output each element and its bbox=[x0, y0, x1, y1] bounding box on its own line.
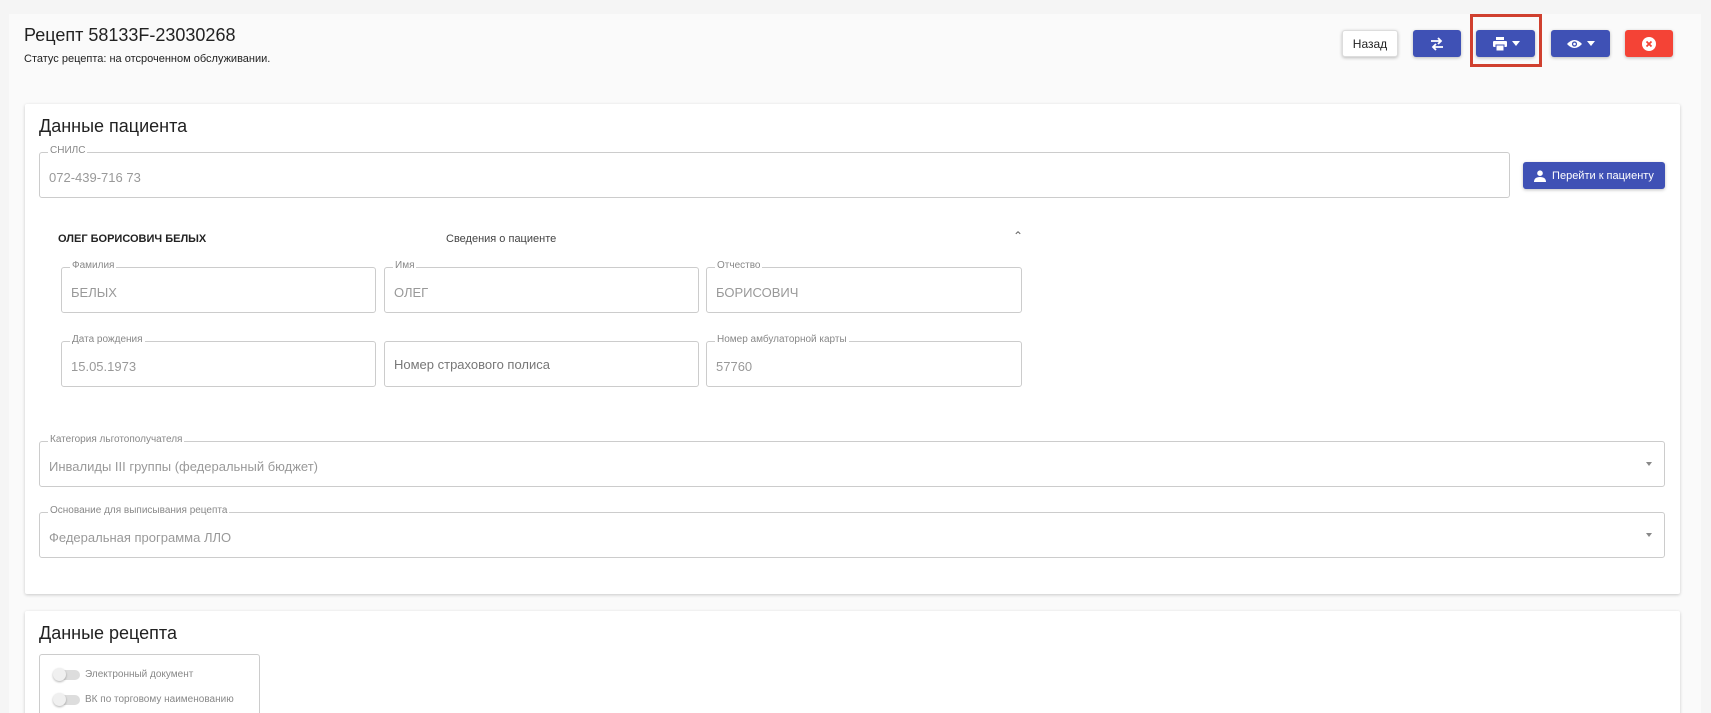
patient-section-title: Данные пациента bbox=[39, 116, 188, 136]
highlight-frame bbox=[1470, 14, 1542, 67]
close-circle-icon bbox=[1642, 36, 1656, 51]
first-name-field[interactable]: Имя ОЛЕГ bbox=[384, 260, 699, 313]
page-title: Рецепт 58133F-23030268 bbox=[24, 25, 236, 45]
electronic-document-toggle-row[interactable]: Электронный документ bbox=[53, 667, 194, 681]
dropdown-arrow-icon bbox=[1646, 533, 1652, 537]
patient-info-toggle[interactable]: Сведения о пациенте bbox=[446, 233, 556, 245]
birth-date-value: 15.05.1973 bbox=[71, 359, 137, 374]
goto-patient-label: Перейти к пациенту bbox=[1552, 169, 1654, 182]
birth-date-label: Дата рождения bbox=[70, 334, 145, 345]
swap-button[interactable] bbox=[1413, 30, 1461, 57]
insurance-policy-field[interactable]: Номер страхового полиса bbox=[384, 341, 699, 387]
view-menu-button[interactable] bbox=[1551, 30, 1610, 57]
birth-date-field[interactable]: Дата рождения 15.05.1973 bbox=[61, 334, 376, 387]
eye-icon bbox=[1567, 39, 1582, 48]
recipe-section-title: Данные рецепта bbox=[39, 623, 177, 643]
recipe-data-card: Данные рецепта Электронный документ ВК п… bbox=[25, 611, 1680, 713]
electronic-document-toggle[interactable] bbox=[53, 667, 80, 681]
chevron-up-icon[interactable]: ⌃ bbox=[1013, 229, 1023, 243]
close-button[interactable] bbox=[1625, 30, 1673, 57]
card-number-label: Номер амбулаторной карты bbox=[715, 334, 849, 345]
insurance-policy-placeholder: Номер страхового полиса bbox=[394, 357, 550, 372]
beneficiary-category-value: Инвалиды III группы (федеральный бюджет) bbox=[49, 459, 318, 474]
snils-value: 072-439-716 73 bbox=[49, 170, 141, 185]
last-name-field[interactable]: Фамилия БЕЛЫХ bbox=[61, 260, 376, 313]
dropdown-arrow-icon bbox=[1646, 462, 1652, 466]
patient-data-card: Данные пациента СНИЛС 072-439-716 73 Пер… bbox=[25, 104, 1680, 594]
prescription-basis-label: Основание для выписывания рецепта bbox=[48, 505, 230, 516]
card-number-value: 57760 bbox=[716, 359, 753, 374]
snils-label: СНИЛС bbox=[48, 145, 88, 156]
goto-patient-button[interactable]: Перейти к пациенту bbox=[1523, 162, 1665, 189]
first-name-value: ОЛЕГ bbox=[394, 285, 429, 300]
recipe-options-box: Электронный документ ВК по торговому наи… bbox=[39, 654, 260, 713]
beneficiary-category-select[interactable]: Категория льготополучателя Инвалиды III … bbox=[39, 434, 1665, 487]
swap-icon bbox=[1431, 36, 1443, 51]
snils-field[interactable]: СНИЛС 072-439-716 73 bbox=[39, 145, 1510, 198]
recipe-status: Статус рецепта: на отсроченном обслужива… bbox=[24, 53, 271, 65]
chevron-down-icon bbox=[1587, 41, 1595, 46]
prescription-basis-value: Федеральная программа ЛЛО bbox=[49, 530, 232, 545]
last-name-value: БЕЛЫХ bbox=[71, 285, 117, 300]
card-number-field[interactable]: Номер амбулаторной карты 57760 bbox=[706, 334, 1022, 387]
electronic-document-label: Электронный документ bbox=[85, 669, 194, 680]
patronymic-label: Отчество bbox=[715, 260, 763, 271]
beneficiary-category-label: Категория льготополучателя bbox=[48, 434, 185, 445]
patronymic-field[interactable]: Отчество БОРИСОВИЧ bbox=[706, 260, 1022, 313]
person-icon bbox=[1534, 169, 1547, 182]
first-name-label: Имя bbox=[393, 260, 417, 271]
vk-trade-name-label: ВК по торговому наименованию bbox=[85, 694, 234, 705]
back-button[interactable]: Назад bbox=[1342, 30, 1398, 57]
vk-trade-name-toggle-row[interactable]: ВК по торговому наименованию bbox=[53, 692, 234, 706]
prescription-basis-select[interactable]: Основание для выписывания рецепта Федера… bbox=[39, 505, 1665, 558]
vk-trade-name-toggle[interactable] bbox=[53, 692, 80, 706]
patronymic-value: БОРИСОВИЧ bbox=[716, 285, 799, 300]
last-name-label: Фамилия bbox=[70, 260, 117, 271]
patient-name-heading: ОЛЕГ БОРИСОВИЧ БЕЛЫХ bbox=[58, 233, 207, 245]
